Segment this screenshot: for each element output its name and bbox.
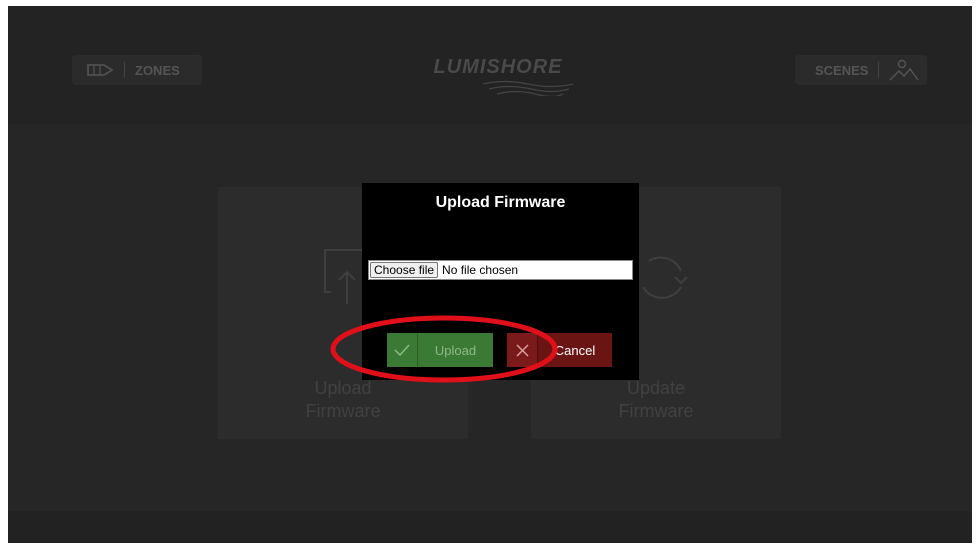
top-bar: ZONES LUMISHORE SCENES xyxy=(8,6,972,124)
tile-label-line: Firmware xyxy=(305,401,381,421)
zones-label: ZONES xyxy=(135,62,180,78)
divider xyxy=(878,62,880,78)
tile-label: Update Firmware xyxy=(531,377,781,423)
scenes-button[interactable]: SCENES xyxy=(795,55,927,85)
divider xyxy=(124,62,125,78)
scenes-label: SCENES xyxy=(815,62,869,78)
refresh-icon xyxy=(642,256,688,299)
boat-icon xyxy=(86,63,114,77)
dialog-title: Upload Firmware xyxy=(435,194,566,211)
landscape-icon xyxy=(889,59,920,81)
tile-label-line: Firmware xyxy=(618,401,694,421)
bottom-strip xyxy=(8,511,972,543)
choose-file-button[interactable]: Choose file xyxy=(370,262,439,278)
tile-label-line: Update xyxy=(626,378,686,398)
file-status-text: No file chosen xyxy=(442,263,519,277)
brand-logo: LUMISHORE xyxy=(433,56,563,78)
logo-waves-icon xyxy=(483,80,573,96)
file-input[interactable]: Choose file No file chosen xyxy=(368,260,633,280)
annotation-circle xyxy=(330,315,558,383)
zones-button[interactable]: ZONES xyxy=(72,55,202,85)
